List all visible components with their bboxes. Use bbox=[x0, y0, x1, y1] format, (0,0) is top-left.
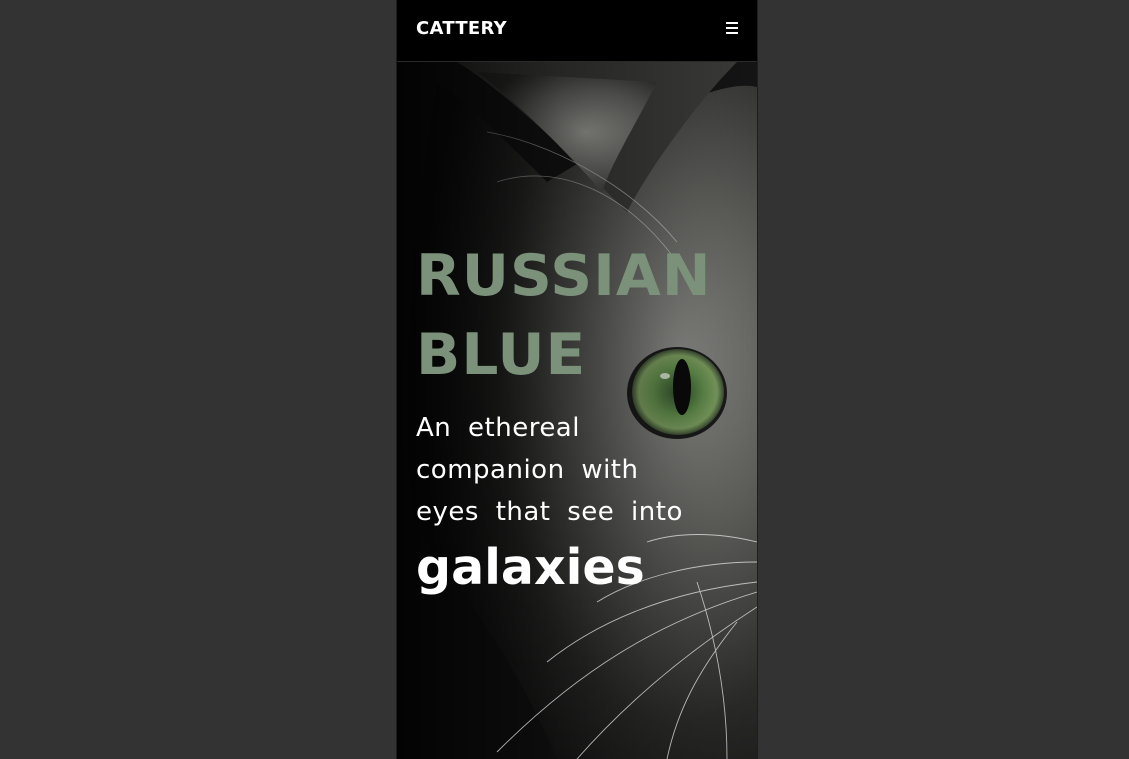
tagline-line-1: An ethereal bbox=[416, 413, 580, 443]
highlight-word: galaxies bbox=[416, 539, 645, 596]
top-navbar: CATTERY bbox=[397, 0, 757, 62]
mobile-viewport: CATTERY RUSSIAN BLUE An ethereal compani… bbox=[397, 0, 757, 759]
hamburger-menu-icon[interactable] bbox=[726, 22, 738, 34]
hero-tagline: An ethereal companion with eyes that see… bbox=[416, 407, 716, 533]
title-line-1: RUSSIAN bbox=[416, 243, 712, 309]
tagline-line-2: companion with bbox=[416, 455, 639, 485]
hero-section: RUSSIAN BLUE An ethereal companion with … bbox=[397, 62, 757, 759]
tagline-line-3: eyes that see into bbox=[416, 497, 683, 527]
title-line-2: BLUE bbox=[416, 322, 587, 388]
brand-logo[interactable]: CATTERY bbox=[416, 18, 507, 39]
breed-title: RUSSIAN BLUE bbox=[416, 237, 712, 395]
